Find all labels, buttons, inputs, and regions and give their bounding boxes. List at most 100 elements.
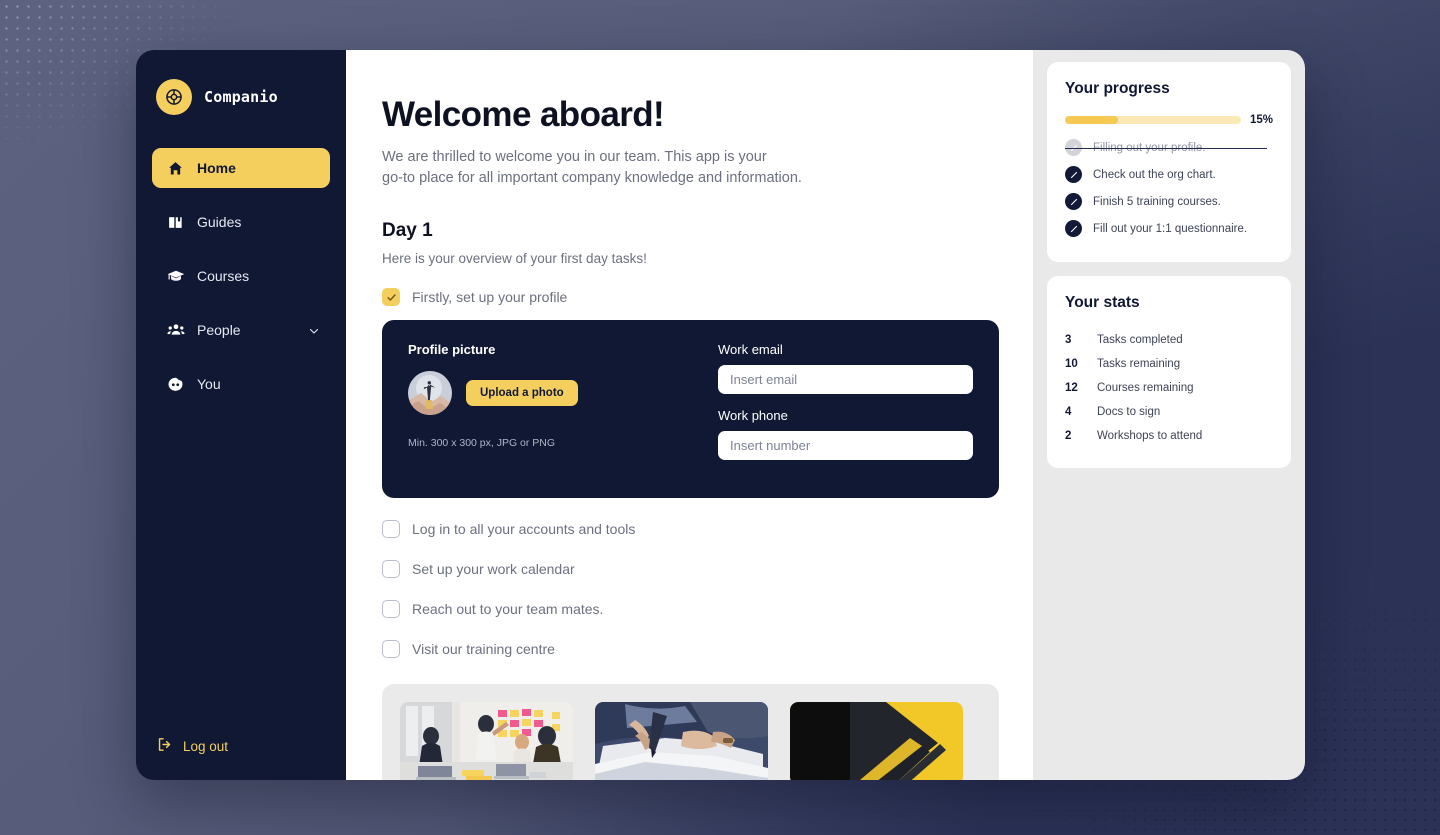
logout-button[interactable]: Log out — [152, 732, 232, 760]
day-title: Day 1 — [382, 220, 433, 241]
progress-task-row[interactable]: Filling out your profile. — [1065, 134, 1273, 161]
course-card[interactable]: Company policies and procedures — [595, 702, 768, 780]
intro-paragraph: We are thrilled to welcome you in our te… — [382, 147, 912, 191]
right-rail: Your progress 15% Filling out your profi… — [1033, 50, 1305, 780]
stat-label: Docs to sign — [1097, 406, 1161, 418]
globe-icon — [156, 79, 192, 115]
progress-panel: Your progress 15% Filling out your profi… — [1047, 62, 1291, 262]
home-icon — [166, 159, 185, 178]
upload-photo-button[interactable]: Upload a photo — [466, 380, 578, 406]
task-label: Log in to all your accounts and tools — [412, 521, 636, 537]
brand-name: Companio — [204, 88, 278, 106]
progress-panel-title: Your progress — [1065, 80, 1170, 97]
sidebar-item-you[interactable]: You — [152, 364, 330, 404]
sidebar-item-label: Guides — [197, 214, 242, 230]
sidebar-item-label: People — [197, 322, 241, 338]
task-checkbox-row[interactable]: Reach out to your team mates. — [382, 600, 989, 618]
course-card[interactable]: Tools & technology — [790, 702, 963, 780]
stats-panel-title: Your stats — [1065, 294, 1140, 311]
sidebar-item-guides[interactable]: Guides — [152, 202, 330, 242]
stat-value: 12 — [1065, 382, 1078, 394]
task-label: Firstly, set up your profile — [412, 289, 568, 305]
progress-task-row[interactable]: Finish 5 training courses. — [1065, 188, 1273, 215]
day-subtitle: Here is your overview of your first day … — [382, 251, 647, 266]
strikethrough-line — [1065, 147, 1267, 150]
checkbox-unchecked[interactable] — [382, 600, 400, 618]
progress-task-row[interactable]: Check out the org chart. — [1065, 161, 1273, 188]
task-label: Visit our training centre — [412, 641, 555, 657]
work-email-input[interactable] — [718, 365, 973, 394]
stat-row: 4 Docs to sign — [1065, 400, 1273, 424]
progress-task-label: Check out the org chart. — [1093, 168, 1216, 181]
app-window: Companio Home Guides Courses People You … — [136, 50, 1305, 780]
stat-row: 10 Tasks remaining — [1065, 352, 1273, 376]
checkbox-unchecked[interactable] — [382, 640, 400, 658]
course-card[interactable]: Introduction to company — [400, 702, 573, 780]
profile-fields-section: Work email Work phone — [718, 342, 973, 474]
book-icon — [166, 213, 185, 232]
stat-row: 2 Workshops to attend — [1065, 424, 1273, 448]
sidebar-item-label: You — [197, 376, 221, 392]
stat-label: Workshops to attend — [1097, 430, 1203, 442]
sidebar-item-courses[interactable]: Courses — [152, 256, 330, 296]
signing-document-photo — [595, 702, 768, 780]
pencil-icon — [1065, 166, 1082, 183]
progress-bar-fill — [1065, 116, 1118, 124]
checkbox-unchecked[interactable] — [382, 520, 400, 538]
progress-task-label: Finish 5 training courses. — [1093, 195, 1221, 208]
graduation-cap-icon — [166, 267, 185, 286]
course-cards-strip: Introduction to company — [382, 684, 999, 780]
task-checkbox-row-profile[interactable]: Firstly, set up your profile — [382, 288, 989, 306]
task-checkbox-row[interactable]: Log in to all your accounts and tools — [382, 520, 989, 538]
progress-task-row[interactable]: Fill out your 1:1 questionnaire. — [1065, 215, 1273, 242]
work-phone-label: Work phone — [718, 408, 788, 423]
people-icon — [166, 321, 185, 340]
brand: Companio — [152, 50, 330, 124]
chevron-down-icon[interactable] — [308, 324, 320, 336]
sidebar-item-label: Courses — [197, 268, 250, 284]
pencil-icon — [1065, 193, 1082, 210]
task-label: Reach out to your team mates. — [412, 601, 604, 617]
profile-picture-hint: Min. 300 x 300 px, JPG or PNG — [408, 437, 556, 449]
pencil-icon — [1065, 220, 1082, 237]
stat-label: Tasks remaining — [1097, 358, 1181, 370]
checkbox-unchecked[interactable] — [382, 560, 400, 578]
intro-line-2: go-to place for all important company kn… — [382, 170, 802, 187]
stat-value: 10 — [1065, 358, 1078, 370]
task-label: Set up your work calendar — [412, 561, 575, 577]
progress-bar-track — [1065, 116, 1241, 124]
checkbox-checked[interactable] — [382, 288, 400, 306]
avatar[interactable] — [408, 371, 452, 415]
task-checkbox-row[interactable]: Visit our training centre — [382, 640, 989, 658]
stat-value: 2 — [1065, 430, 1072, 442]
sidebar: Companio Home Guides Courses People You … — [136, 50, 346, 780]
sidebar-item-home[interactable]: Home — [152, 148, 330, 188]
avatar-row: Upload a photo — [408, 371, 708, 415]
stat-row: 12 Courses remaining — [1065, 376, 1273, 400]
stat-label: Tasks completed — [1097, 334, 1183, 346]
stat-value: 3 — [1065, 334, 1072, 346]
yellow-black-chevron-graphic — [790, 702, 963, 780]
main-content: Welcome aboard! We are thrilled to welco… — [346, 50, 1033, 780]
stat-value: 4 — [1065, 406, 1072, 418]
logout-icon — [156, 736, 173, 756]
stat-label: Courses remaining — [1097, 382, 1194, 394]
task-checkbox-row[interactable]: Set up your work calendar — [382, 560, 989, 578]
stats-panel: Your stats 3 Tasks completed 10 Tasks re… — [1047, 276, 1291, 468]
office-workshop-photo — [400, 702, 573, 780]
sidebar-item-label: Home — [197, 160, 236, 176]
work-phone-input[interactable] — [718, 431, 973, 460]
work-email-label: Work email — [718, 342, 783, 357]
sidebar-item-people[interactable]: People — [152, 310, 330, 350]
smiley-face-icon — [166, 375, 185, 394]
progress-bar-row: 15% — [1065, 114, 1273, 126]
progress-task-label: Fill out your 1:1 questionnaire. — [1093, 222, 1248, 235]
profile-picture-section: Profile picture Upload a photo Min. 300 … — [408, 342, 708, 474]
stat-row: 3 Tasks completed — [1065, 328, 1273, 352]
progress-percent-label: 15% — [1249, 114, 1273, 126]
sidebar-nav: Home Guides Courses People You — [152, 148, 330, 418]
intro-line-1: We are thrilled to welcome you in our te… — [382, 148, 767, 165]
profile-setup-card: Profile picture Upload a photo Min. 300 … — [382, 320, 999, 498]
profile-picture-label: Profile picture — [408, 342, 496, 357]
logout-label: Log out — [183, 738, 229, 754]
